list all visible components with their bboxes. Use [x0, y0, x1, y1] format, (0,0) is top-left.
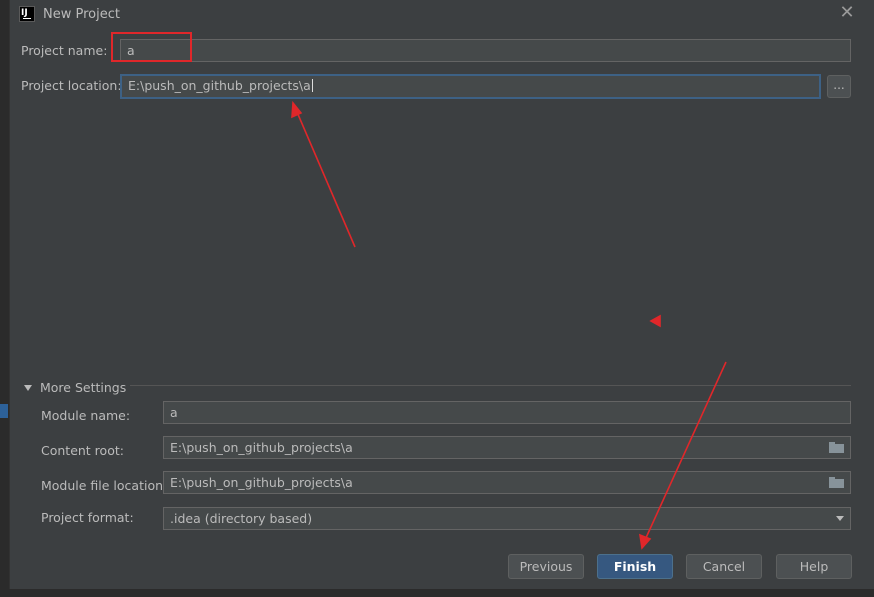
- annotation-small-pointer: [649, 314, 661, 328]
- annotation-arrowhead-down: [638, 533, 652, 550]
- annotation-arrows: [291, 100, 727, 550]
- annotation-arrowhead-up: [291, 100, 303, 119]
- annotation-arrow-down: [644, 361, 727, 541]
- annotation-arrow-up: [296, 111, 356, 248]
